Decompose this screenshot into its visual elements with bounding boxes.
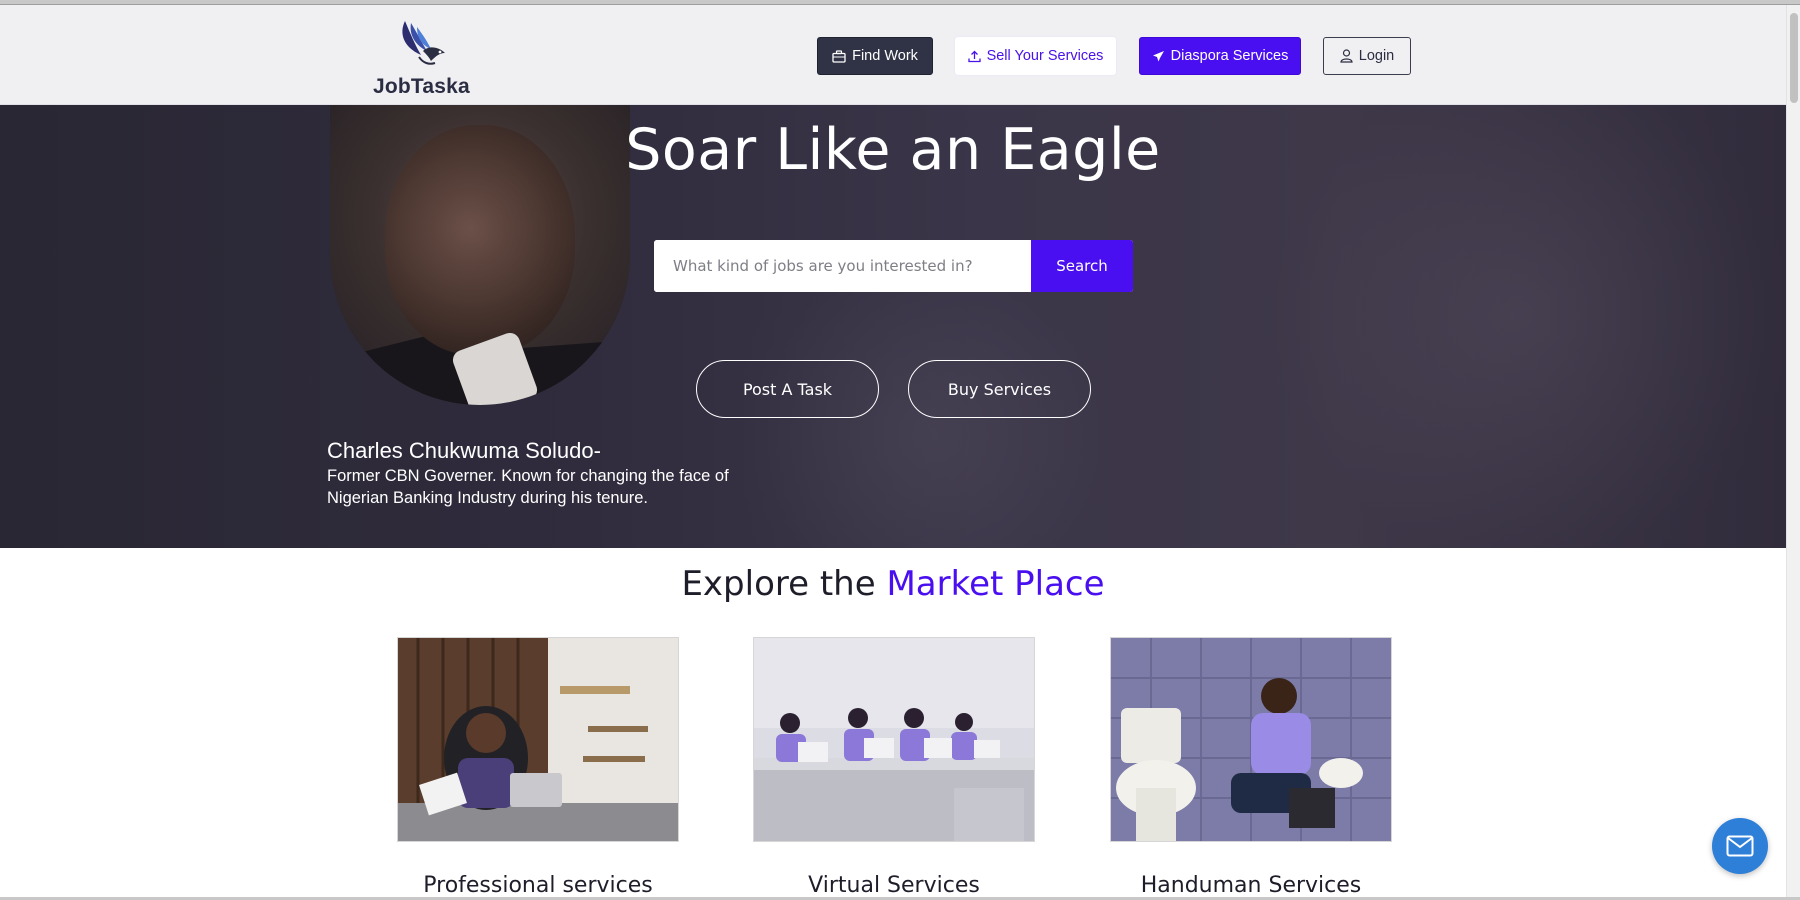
logo[interactable]: JobTaska — [371, 13, 471, 98]
scrollbar-thumb[interactable] — [1790, 13, 1798, 103]
plane-icon — [1152, 50, 1164, 61]
job-search-bar: Search — [654, 240, 1133, 292]
login-button[interactable]: Login — [1323, 37, 1411, 75]
handyman-services-photo[interactable] — [1110, 637, 1392, 842]
page: JobTaska Find Work Sell Your Services Di… — [0, 5, 1786, 898]
featured-person-name: Charles Chukwuma Soludo- — [327, 438, 601, 463]
service-card-virtual[interactable]: Virtual Services — [753, 637, 1035, 898]
featured-person-description: Former CBN Governer. Known for changing … — [327, 467, 729, 507]
find-work-label: Find Work — [852, 48, 918, 64]
user-icon — [1340, 49, 1353, 63]
login-label: Login — [1358, 48, 1395, 64]
virtual-services-label[interactable]: Virtual Services — [753, 873, 1035, 898]
handyman-services-label[interactable]: Handuman Services — [1110, 873, 1392, 898]
market-title-prefix: Explore the — [681, 564, 887, 604]
professional-services-label[interactable]: Professional services — [397, 873, 679, 898]
market-title-accent: Market Place — [886, 564, 1105, 604]
page-scrollbar[interactable] — [1786, 5, 1800, 898]
envelope-icon — [1726, 835, 1754, 857]
sell-services-label: Sell Your Services — [986, 48, 1104, 64]
search-button[interactable]: Search — [1031, 240, 1133, 292]
hero-banner: Soar Like an Eagle Search Post A Task Bu… — [0, 105, 1786, 548]
virtual-services-photo[interactable] — [753, 637, 1035, 842]
find-work-button[interactable]: Find Work — [817, 37, 933, 75]
upload-icon — [967, 50, 981, 62]
market-section-title: Explore the Market Place — [0, 564, 1786, 604]
service-card-professional[interactable]: Professional services — [397, 637, 679, 898]
diaspora-services-label: Diaspora Services — [1170, 48, 1289, 64]
briefcase-icon — [832, 49, 846, 63]
sell-services-button[interactable]: Sell Your Services — [955, 37, 1116, 75]
hero-title: Soar Like an Eagle — [625, 117, 1161, 183]
diaspora-services-button[interactable]: Diaspora Services — [1139, 37, 1301, 75]
logo-text: JobTaska — [373, 75, 470, 98]
eagle-logo-icon — [402, 21, 445, 65]
site-header: JobTaska Find Work Sell Your Services Di… — [0, 5, 1786, 105]
job-search-input[interactable] — [654, 240, 1031, 292]
buy-services-button[interactable]: Buy Services — [908, 360, 1091, 418]
post-task-button[interactable]: Post A Task — [696, 360, 879, 418]
service-card-handyman[interactable]: Handuman Services — [1110, 637, 1392, 898]
professional-services-photo[interactable] — [397, 637, 679, 842]
chat-button[interactable] — [1712, 818, 1768, 874]
